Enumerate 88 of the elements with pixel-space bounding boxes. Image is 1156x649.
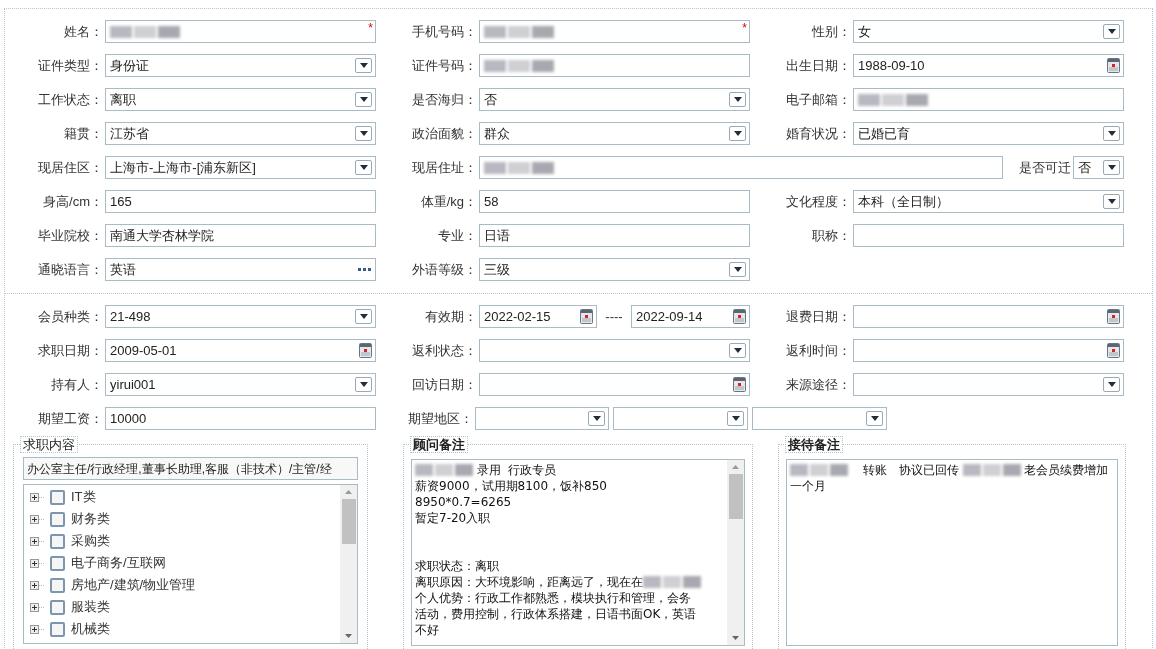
input-field[interactable]: 165 <box>105 190 376 213</box>
section-legend: 接待备注 <box>785 436 843 453</box>
note-text: 活动，费用控制，行政体系搭建，日语书面OK，英语 <box>415 606 697 622</box>
select-field[interactable]: 21-498 <box>105 305 376 328</box>
field-label: 政治面貌： <box>412 124 477 143</box>
note-text: 一个月 <box>790 478 826 494</box>
field-label: 有效期： <box>425 307 477 326</box>
field-label: 求职日期： <box>38 341 103 360</box>
select-field[interactable]: 上海市-上海市-[浦东新区] <box>105 156 376 179</box>
select-field[interactable]: 群众 <box>479 122 750 145</box>
note-text: 离职原因：大环境影响，距离远了，现在在 <box>415 574 643 590</box>
field-label: 持有人： <box>51 375 103 394</box>
category-label[interactable]: 机械类 <box>71 619 110 639</box>
category-label[interactable]: 财务类 <box>71 509 110 529</box>
required-asterisk: * <box>742 20 747 37</box>
field-label: 身高/cm： <box>43 192 103 211</box>
field-label: 现居住址： <box>412 158 477 177</box>
field-label: 毕业院校： <box>38 226 103 245</box>
note-text: 不好 <box>415 622 439 638</box>
notes-textarea[interactable]: 转账 协议已回传 老会员续费增加 一个月 <box>786 459 1118 646</box>
field-label: 体重/kg： <box>420 192 477 211</box>
field-label: 外语等级： <box>412 260 477 279</box>
field-label: 出生日期： <box>786 56 851 75</box>
field-label: 现居住区： <box>38 158 103 177</box>
field-label: 文化程度： <box>786 192 851 211</box>
select-field[interactable]: 身份证 <box>105 54 376 77</box>
field-label: 婚育状况： <box>786 124 851 143</box>
field-label: 是否可迁 <box>1018 158 1072 177</box>
category-label[interactable]: 服装类 <box>71 597 110 617</box>
input-field[interactable]: * <box>479 20 750 43</box>
note-text: 求职状态：离职 <box>415 558 499 574</box>
note-text: 薪资9000，试用期8100，饭补850 <box>415 478 607 494</box>
field-label: 性别： <box>812 22 851 41</box>
job-intent-field[interactable]: 办公室主任/行政经理,董事长助理,客服（非技术）/主管/经 <box>23 457 358 480</box>
field-label: 证件类型： <box>38 56 103 75</box>
category-label[interactable]: 采购类 <box>71 531 110 551</box>
required-asterisk: * <box>368 20 373 37</box>
field-label: 返利状态： <box>412 341 477 360</box>
field-label: 是否海归： <box>412 90 477 109</box>
notes-textarea[interactable]: 录用 行政专员 薪资9000，试用期8100，饭补850 8950*0.7=6265 暂定7-20入职 求职状态：离职 离职原因：大环境影响，距离远了，现在在 个人优势：行政工作都熟悉，模块执行和管理，会务 活动，费用控制，行政体系搭建，日语书面OK，英语 不好 <box>411 459 745 646</box>
select-field[interactable]: 否 <box>479 88 750 111</box>
field-label: 工作状态： <box>38 90 103 109</box>
range-separator: ---- <box>604 307 624 326</box>
note-text: 录用 行政专员 <box>475 462 557 478</box>
select-field[interactable]: 否 <box>1073 156 1124 179</box>
input-field[interactable]: 南通大学杏林学院 <box>105 224 376 247</box>
note-text: 个人优势：行政工作都熟悉，模块执行和管理，会务 <box>415 590 691 606</box>
field-label: 返利时间： <box>786 341 851 360</box>
input-field[interactable]: 10000 <box>105 407 376 430</box>
input-field[interactable]: 日语 <box>479 224 750 247</box>
category-tree[interactable]: IT类 财务类 采购类 电子商务/互联网 房地产/建筑/物业管理 服装类 机械类 <box>23 484 358 644</box>
note-text: 转账 协议已回传 <box>862 462 960 478</box>
note-text: 暂定7-20入职 <box>415 510 491 526</box>
select-field[interactable]: 离职 <box>105 88 376 111</box>
select-field[interactable]: 三级 <box>479 258 750 281</box>
field-label: 籍贯： <box>64 124 103 143</box>
section-legend: 顾问备注 <box>410 436 468 453</box>
field-label: 电子邮箱： <box>786 90 851 109</box>
field-label: 姓名： <box>64 22 103 41</box>
select-field[interactable]: 江苏省 <box>105 122 376 145</box>
date-field[interactable]: 1988-09-10 <box>853 54 1124 77</box>
field-label: 来源途径： <box>786 375 851 394</box>
date-field[interactable]: 2022-02-15 <box>479 305 597 328</box>
select-field[interactable]: 女 <box>853 20 1124 43</box>
input-field[interactable]: 58 <box>479 190 750 213</box>
field-label: 期望地区： <box>408 409 473 428</box>
field-label: 通晓语言： <box>38 260 103 279</box>
note-text: 老会员续费增加 <box>1023 462 1109 478</box>
select-field[interactable]: 已婚已育 <box>853 122 1124 145</box>
field-label: 专业： <box>438 226 477 245</box>
field-label: 会员种类： <box>38 307 103 326</box>
field-label: 回访日期： <box>412 375 477 394</box>
select-field[interactable]: 本科（全日制） <box>853 190 1124 213</box>
field-label: 职称： <box>812 226 851 245</box>
section-legend: 求职内容 <box>20 436 78 453</box>
input-field[interactable]: * <box>105 20 376 43</box>
note-text: 8950*0.7=6265 <box>415 494 512 510</box>
category-label[interactable]: 房地产/建筑/物业管理 <box>71 575 196 595</box>
field-label: 证件号码： <box>412 56 477 75</box>
field-label: 手机号码： <box>412 22 477 41</box>
category-label[interactable]: IT类 <box>71 487 96 507</box>
select-field[interactable]: yirui001 <box>105 373 376 396</box>
date-field[interactable]: 2009-05-01 <box>105 339 376 362</box>
date-field[interactable]: 2022-09-14 <box>631 305 750 328</box>
category-label[interactable]: 电子商务/互联网 <box>71 553 166 573</box>
lookup-field[interactable]: 英语 <box>105 258 376 281</box>
field-label: 退费日期： <box>786 307 851 326</box>
field-label: 期望工资： <box>38 409 103 428</box>
